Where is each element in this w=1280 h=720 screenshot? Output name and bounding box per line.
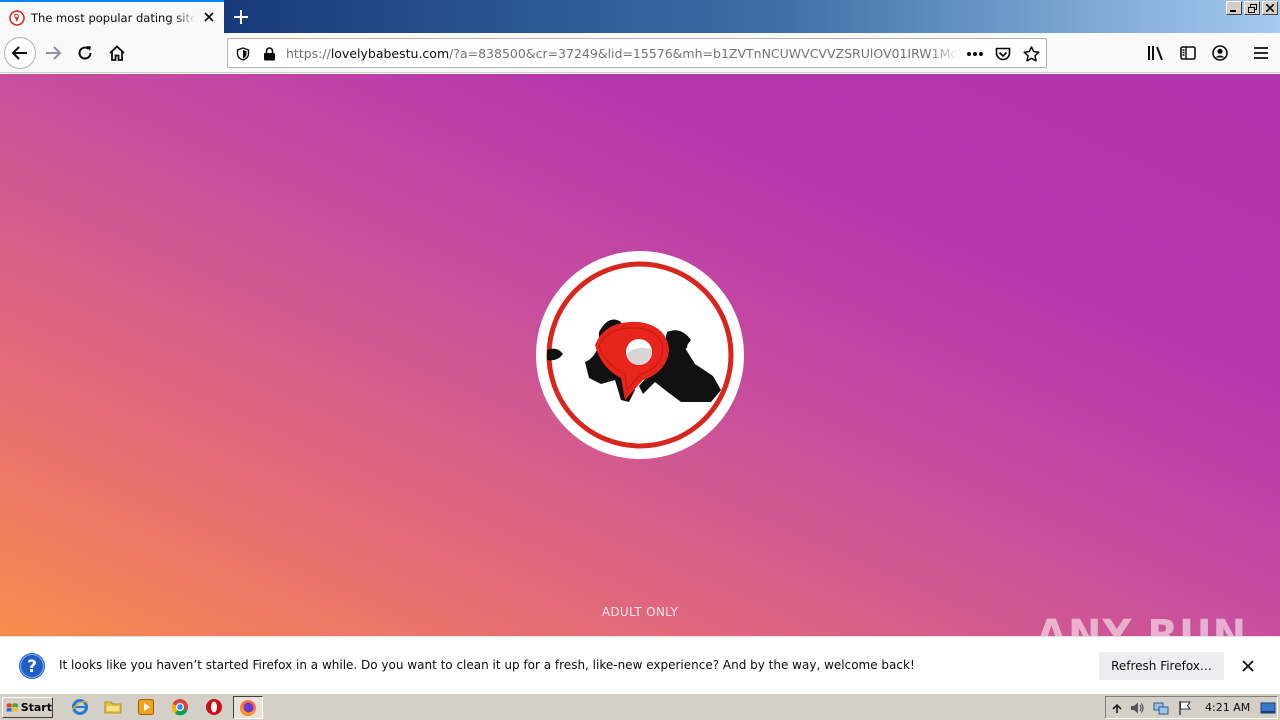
url-text[interactable]: https://lovelybabestu.com/?a=838500&cr=3… bbox=[286, 46, 962, 61]
library-icon bbox=[1148, 46, 1163, 61]
sidebar-icon bbox=[1180, 46, 1196, 60]
file-explorer-icon[interactable] bbox=[104, 698, 122, 716]
hamburger-menu-icon bbox=[1254, 47, 1268, 59]
account-icon bbox=[1212, 45, 1228, 61]
reload-button[interactable] bbox=[69, 37, 101, 69]
tracking-shield-icon[interactable] bbox=[234, 45, 252, 63]
minimize-icon bbox=[1230, 10, 1236, 12]
restore-button[interactable] bbox=[1244, 1, 1260, 15]
bookmark-star-icon[interactable] bbox=[1022, 45, 1040, 63]
start-button[interactable]: Start bbox=[2, 697, 53, 718]
notification-bar: ? It looks like you haven’t started Fire… bbox=[0, 636, 1280, 692]
url-bar[interactable]: https://lovelybabestu.com/?a=838500&cr=3… bbox=[227, 38, 1047, 68]
firefox-icon bbox=[240, 700, 256, 716]
home-icon bbox=[109, 45, 125, 61]
opera-icon[interactable] bbox=[205, 698, 223, 716]
tab-close-icon[interactable] bbox=[202, 10, 216, 24]
minimize-button[interactable] bbox=[1226, 1, 1242, 15]
taskbar-firefox-button[interactable] bbox=[233, 696, 263, 719]
window-controls bbox=[1226, 1, 1278, 15]
account-button[interactable] bbox=[1204, 37, 1236, 69]
anyrun-watermark: ANY RUN bbox=[1036, 612, 1248, 636]
back-button[interactable] bbox=[4, 37, 36, 69]
forward-button[interactable] bbox=[37, 37, 69, 69]
arrow-right-icon bbox=[46, 46, 62, 60]
clock[interactable]: 4:21 AM bbox=[1205, 701, 1250, 714]
show-desktop-icon[interactable] bbox=[1260, 700, 1276, 716]
tab-strip: The most popular dating site of the worl… bbox=[0, 0, 1280, 33]
lock-icon[interactable] bbox=[260, 45, 278, 63]
tab-title: The most popular dating site of the worl… bbox=[31, 10, 195, 25]
action-center-flag-icon[interactable] bbox=[1177, 700, 1193, 716]
close-window-button[interactable] bbox=[1262, 1, 1278, 15]
menu-button[interactable] bbox=[1245, 37, 1277, 69]
media-player-icon[interactable] bbox=[137, 698, 155, 716]
taskbar: Start 4:21 AM bbox=[0, 693, 1280, 720]
volume-icon[interactable] bbox=[1129, 700, 1145, 716]
url-host: lovelybabestu.com bbox=[330, 46, 450, 61]
plus-icon bbox=[234, 10, 248, 24]
library-button[interactable] bbox=[1140, 37, 1172, 69]
chrome-icon[interactable] bbox=[171, 698, 189, 716]
svg-text:?: ? bbox=[27, 657, 37, 677]
navigation-toolbar: https://lovelybabestu.com/?a=838500&cr=3… bbox=[0, 33, 1280, 73]
internet-explorer-icon[interactable] bbox=[71, 698, 89, 716]
url-scheme: https:// bbox=[286, 46, 331, 61]
page-actions-menu-icon[interactable] bbox=[966, 45, 984, 63]
home-button[interactable] bbox=[101, 37, 133, 69]
site-favicon-icon bbox=[9, 9, 25, 26]
restore-icon bbox=[1247, 3, 1257, 13]
close-icon bbox=[1266, 4, 1274, 12]
sidebar-button[interactable] bbox=[1172, 37, 1204, 69]
url-path: /?a=838500&cr=37249&lid=15576&mh=b1ZVTnN… bbox=[449, 46, 962, 61]
dating-logo[interactable] bbox=[535, 250, 745, 460]
network-icon[interactable] bbox=[1153, 700, 1169, 716]
arrow-left-icon bbox=[11, 46, 27, 60]
page-content: ADULT ONLY ANY RUN bbox=[0, 74, 1280, 636]
start-label: Start bbox=[20, 701, 52, 714]
windows-logo-icon bbox=[6, 702, 18, 712]
reload-icon bbox=[78, 46, 92, 60]
notification-message: It looks like you haven’t started Firefo… bbox=[59, 658, 915, 672]
question-icon: ? bbox=[19, 653, 45, 679]
tab-active[interactable]: The most popular dating site of the worl… bbox=[0, 0, 224, 33]
system-tray: 4:21 AM bbox=[1105, 696, 1278, 719]
close-icon[interactable] bbox=[1240, 658, 1256, 674]
tray-expand-icon[interactable] bbox=[1109, 700, 1125, 716]
new-tab-button[interactable] bbox=[228, 4, 254, 30]
pocket-icon[interactable] bbox=[994, 45, 1012, 63]
watermark-text: ANY RUN bbox=[1036, 612, 1248, 636]
refresh-firefox-button[interactable]: Refresh Firefox… bbox=[1099, 652, 1224, 680]
